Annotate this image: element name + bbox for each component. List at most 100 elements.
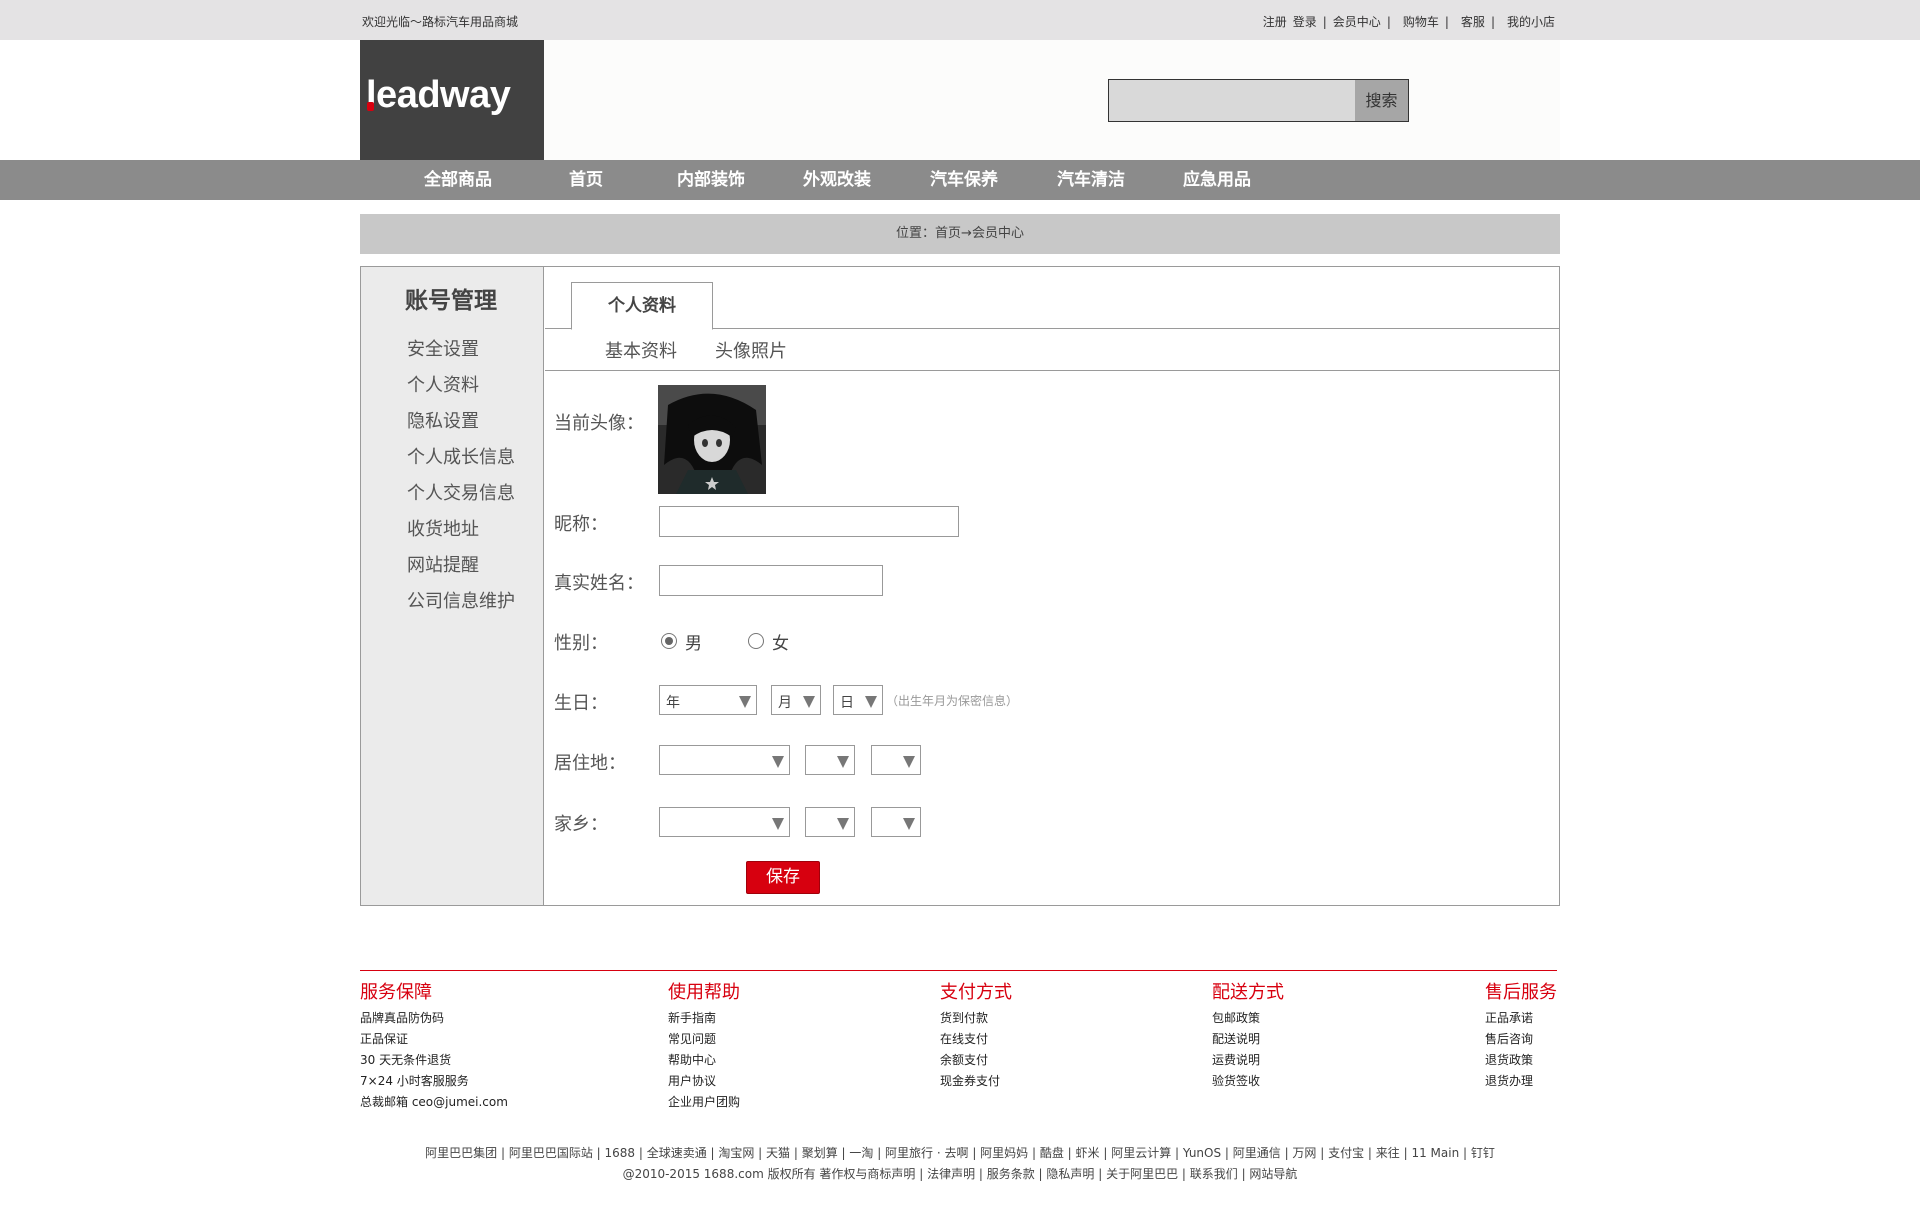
sidebar-item-address[interactable]: 收货地址 xyxy=(407,515,479,541)
subtab-basic-info[interactable]: 基本资料 xyxy=(605,337,677,363)
logo-accent-mark xyxy=(367,102,374,111)
hometown-province-select[interactable] xyxy=(659,807,790,837)
residence-province-select[interactable] xyxy=(659,745,790,775)
footer-link[interactable]: 退货政策 xyxy=(1485,1050,1557,1071)
footer-link[interactable]: 退货办理 xyxy=(1485,1071,1557,1092)
account-sidebar: 账号管理 安全设置 个人资料 隐私设置 个人成长信息 个人交易信息 收货地址 网… xyxy=(361,267,544,905)
birthday-month-select[interactable]: 月 xyxy=(771,685,821,715)
realname-input[interactable] xyxy=(659,565,883,596)
footer-link[interactable]: 现金券支付 xyxy=(940,1071,1012,1092)
footer-col-title: 使用帮助 xyxy=(668,982,740,1003)
sidebar-item-privacy[interactable]: 隐私设置 xyxy=(407,407,479,433)
footer-col-delivery: 配送方式 包邮政策 配送说明 运费说明 验货签收 xyxy=(1212,978,1284,1092)
chevron-down-icon xyxy=(903,756,915,768)
avatar xyxy=(658,385,766,494)
header: leadway 搜索 xyxy=(360,40,1560,160)
footer-link[interactable]: 在线支付 xyxy=(940,1029,1012,1050)
site-logo[interactable]: leadway xyxy=(360,40,544,160)
footer-col-service: 服务保障 品牌真品防伪码 正品保证 30 天无条件退货 7×24 小时客服服务 … xyxy=(360,978,508,1113)
footer-col-aftersales: 售后服务 正品承诺 售后咨询 退货政策 退货办理 xyxy=(1485,978,1557,1092)
birthday-hint: （出生年月为保密信息） xyxy=(886,694,1019,708)
chevron-down-icon xyxy=(772,818,784,830)
chevron-down-icon xyxy=(837,756,849,768)
hometown-district-select[interactable] xyxy=(871,807,921,837)
birthday-day-select[interactable]: 日 xyxy=(833,685,883,715)
sidebar-item-company[interactable]: 公司信息维护 xyxy=(407,587,515,613)
gender-label: 性别： xyxy=(554,633,608,654)
sidebar-item-reminders[interactable]: 网站提醒 xyxy=(407,551,479,577)
footer-link[interactable]: 运费说明 xyxy=(1212,1050,1284,1071)
gender-female-radio[interactable] xyxy=(748,633,764,649)
subtab-bar: 基本资料 头像照片 xyxy=(545,329,1559,371)
footer-link[interactable]: 30 天无条件退货 xyxy=(360,1050,508,1071)
sidebar-item-transactions[interactable]: 个人交易信息 xyxy=(407,479,515,505)
footer-link[interactable]: 7×24 小时客服服务 xyxy=(360,1071,508,1092)
footer-link[interactable]: 验货签收 xyxy=(1212,1071,1284,1092)
footer-link[interactable]: 新手指南 xyxy=(668,1008,740,1029)
footer-col-help: 使用帮助 新手指南 常见问题 帮助中心 用户协议 企业用户团购 xyxy=(668,978,740,1113)
service-link[interactable]: 客服 xyxy=(1461,15,1485,29)
sidebar-item-profile[interactable]: 个人资料 xyxy=(407,371,479,397)
partner-links[interactable]: 阿里巴巴集团 | 阿里巴巴国际站 | 1688 | 全球速卖通 | 淘宝网 | … xyxy=(0,1144,1920,1161)
footer-link[interactable]: 正品承诺 xyxy=(1485,1008,1557,1029)
subtab-avatar-photo[interactable]: 头像照片 xyxy=(715,337,787,363)
save-button[interactable]: 保存 xyxy=(746,861,820,894)
nav-item-maintenance[interactable]: 汽车保养 xyxy=(930,160,998,200)
nav-item-interior[interactable]: 内部装饰 xyxy=(677,160,745,200)
sidebar-item-security[interactable]: 安全设置 xyxy=(407,335,479,361)
sidebar-item-growth[interactable]: 个人成长信息 xyxy=(407,443,515,469)
birthday-year-select[interactable]: 年 xyxy=(659,685,757,715)
residence-city-select[interactable] xyxy=(805,745,855,775)
footer-link[interactable]: 帮助中心 xyxy=(668,1050,740,1071)
residence-label: 居住地： xyxy=(554,753,626,774)
copyright-text: @2010-2015 1688.com 版权所有 著作权与商标声明 | 法律声明… xyxy=(622,1167,1298,1181)
chevron-down-icon xyxy=(739,696,751,708)
footer-link[interactable]: 企业用户团购 xyxy=(668,1092,740,1113)
footer-link[interactable]: 售后咨询 xyxy=(1485,1029,1557,1050)
birthday-year-value: 年 xyxy=(666,695,680,711)
footer-link[interactable]: 包邮政策 xyxy=(1212,1008,1284,1029)
footer-link[interactable]: 余额支付 xyxy=(940,1050,1012,1071)
footer-col-title: 服务保障 xyxy=(360,982,432,1003)
nickname-input[interactable] xyxy=(659,506,959,537)
main-nav: 全部商品 首页 内部装饰 外观改装 汽车保养 汽车清洁 应急用品 xyxy=(0,160,1920,200)
birthday-day-value: 日 xyxy=(840,695,854,711)
footer-link[interactable]: 正品保证 xyxy=(360,1029,508,1050)
birthday-month-value: 月 xyxy=(778,695,792,711)
footer-link[interactable]: 货到付款 xyxy=(940,1008,1012,1029)
search-button[interactable]: 搜索 xyxy=(1355,80,1408,121)
hometown-city-select[interactable] xyxy=(805,807,855,837)
nav-item-emergency[interactable]: 应急用品 xyxy=(1183,160,1251,200)
breadcrumb: 位置：首页→会员中心 xyxy=(360,214,1560,254)
register-link[interactable]: 注册 xyxy=(1263,15,1287,29)
top-bar: 欢迎光临～路标汽车用品商城 注册 登录 | 会员中心 | 购物车 | 客服 | 我的小店 xyxy=(0,0,1920,40)
avatar-label: 当前头像： xyxy=(554,413,644,434)
hometown-label: 家乡： xyxy=(554,814,608,835)
chevron-down-icon xyxy=(772,756,784,768)
footer-col-payment: 支付方式 货到付款 在线支付 余额支付 现金券支付 xyxy=(940,978,1012,1092)
logo-text: leadway xyxy=(366,74,511,116)
footer-link[interactable]: 品牌真品防伪码 xyxy=(360,1008,508,1029)
login-link[interactable]: 登录 xyxy=(1293,15,1317,29)
nav-item-exterior[interactable]: 外观改装 xyxy=(803,160,871,200)
residence-district-select[interactable] xyxy=(871,745,921,775)
chevron-down-icon xyxy=(903,818,915,830)
footer-link[interactable]: 用户协议 xyxy=(668,1071,740,1092)
member-panel: 账号管理 安全设置 个人资料 隐私设置 个人成长信息 个人交易信息 收货地址 网… xyxy=(360,266,1560,906)
footer-link[interactable]: 配送说明 xyxy=(1212,1029,1284,1050)
gender-male-radio[interactable] xyxy=(661,633,677,649)
search-input[interactable] xyxy=(1110,81,1354,120)
avatar-image xyxy=(658,385,766,494)
nickname-label: 昵称： xyxy=(554,514,608,535)
tab-profile[interactable]: 个人资料 xyxy=(571,282,713,330)
footer-divider xyxy=(360,970,1557,971)
footer-link[interactable]: 总裁邮箱 ceo@jumei.com xyxy=(360,1092,508,1113)
nav-item-all-products[interactable]: 全部商品 xyxy=(424,160,492,200)
footer-link[interactable]: 常见问题 xyxy=(668,1029,740,1050)
my-shop-link[interactable]: 我的小店 xyxy=(1507,15,1555,29)
member-center-link[interactable]: 会员中心 xyxy=(1333,15,1381,29)
nav-item-cleaning[interactable]: 汽车清洁 xyxy=(1057,160,1125,200)
nav-item-home[interactable]: 首页 xyxy=(569,160,603,200)
cart-link[interactable]: 购物车 xyxy=(1403,15,1439,29)
realname-label: 真实姓名： xyxy=(554,573,644,594)
